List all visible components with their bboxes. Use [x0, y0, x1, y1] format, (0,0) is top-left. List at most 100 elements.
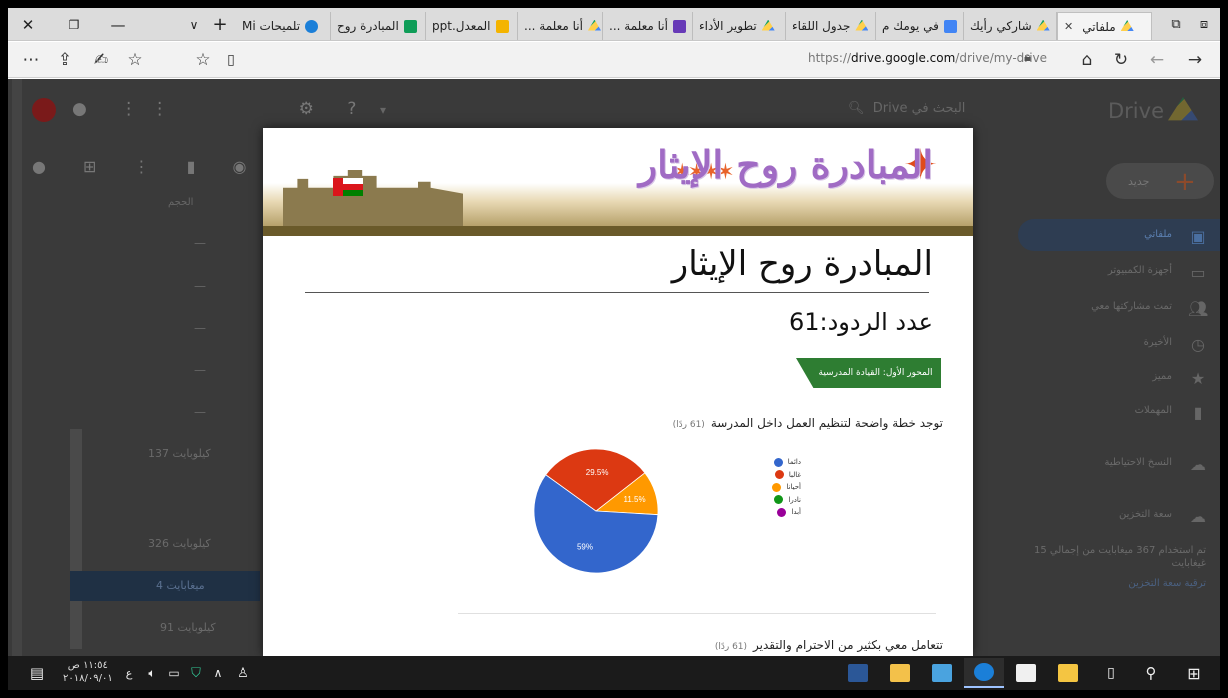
search-input[interactable]: البحث في Drive 🔍︎	[848, 101, 965, 116]
back-arrow-icon[interactable]: ←	[1142, 42, 1172, 78]
section-badge: المحور الأول: القيادة المدرسية	[796, 358, 941, 388]
forward-arrow-icon[interactable]: →	[1180, 42, 1210, 78]
tab-9[interactable]: تلميحات Mi	[236, 12, 331, 40]
search-options-chevron-icon[interactable]: ▾	[380, 103, 386, 117]
task-view-icon[interactable]: ▯	[1096, 656, 1126, 690]
security-shield-icon[interactable]: ⛉	[186, 656, 206, 690]
file-size-cell: —	[194, 279, 206, 293]
new-button[interactable]	[1106, 163, 1214, 199]
legend-item: أحيانا	[741, 481, 801, 494]
banner-bottom-bar	[263, 226, 973, 236]
tab-6[interactable]: أنا معلمة ...	[518, 12, 603, 40]
tab-5[interactable]: أنا معلمة ...	[603, 12, 693, 40]
legend-item: غالبا	[741, 469, 801, 482]
notes-pen-icon[interactable]: ✍	[86, 42, 116, 78]
notification-icon[interactable]: ▤	[22, 656, 52, 690]
legend-swatch	[772, 482, 782, 492]
tab-active-my-drive[interactable]: ملفاتي ✕	[1057, 12, 1152, 40]
tab-3[interactable]: جدول اللقاء	[786, 12, 876, 40]
column-header-size[interactable]: الحجم	[168, 197, 193, 208]
file-size-cell: 4 ميغابايت	[156, 579, 205, 592]
sidebar-item-my-drive[interactable]: ملفاتي	[1144, 229, 1172, 240]
tab-2[interactable]: في يومك م	[876, 12, 964, 40]
show-hidden-icons-chevron-icon[interactable]: ∧	[208, 656, 228, 690]
pie-chart: 11.5% 59% 29.5%	[533, 448, 659, 574]
tab-1[interactable]: شاركي رأيك	[964, 12, 1057, 40]
mail-taskbar-icon[interactable]	[1006, 658, 1046, 688]
sidebar-item-recent[interactable]: الأخيرة	[1144, 337, 1172, 348]
people-icon: 👥︎	[1188, 299, 1209, 318]
form-preview-modal: ✶✶✶✶ ✦ المبادرة روح الإيثار المبادرة روح…	[263, 128, 973, 656]
cloud-outline-icon: ☁	[1190, 507, 1206, 526]
input-language[interactable]: ع	[120, 656, 138, 690]
file-size-cell: —	[194, 236, 206, 250]
forms-icon	[672, 19, 686, 33]
fort-image	[283, 170, 463, 229]
browser-window: ✕ ❐ — ∨ + تلميحات Mi المبادرة روح المعدل…	[8, 8, 1220, 690]
trash-icon: ▮	[1193, 403, 1203, 422]
legend-swatch	[773, 457, 783, 467]
close-tab-icon[interactable]: ✕	[1064, 20, 1073, 33]
sidebar-item-computers[interactable]: أجهزة الكمبيوتر	[1108, 265, 1172, 276]
question-response-count: (61 ردًا)	[672, 420, 705, 430]
response-count: عدد الردود:61	[788, 308, 933, 336]
home-icon[interactable]: ⌂	[1072, 42, 1102, 78]
more-menu-icon[interactable]: ⋯	[16, 42, 46, 78]
minimize-window-icon[interactable]: —	[102, 8, 134, 41]
drive-icon	[587, 19, 601, 31]
plus-icon: +	[1174, 167, 1196, 197]
drive-icon	[1036, 19, 1050, 31]
edge-taskbar-icon[interactable]	[964, 658, 1004, 688]
apps-settings-help-icons: ● ⋮⋮ ⚙ ?	[72, 99, 371, 119]
sidebar-item-starred[interactable]: مميز	[1152, 371, 1172, 382]
tab-4[interactable]: تطوير الأداء	[693, 12, 786, 40]
legend-item: نادرا	[741, 494, 801, 507]
refresh-icon[interactable]: ↻	[1106, 42, 1136, 78]
legend-swatch	[774, 495, 784, 505]
sidebar-item-trash[interactable]: المهملات	[1135, 405, 1172, 416]
add-favorite-star-icon[interactable]: ☆	[188, 42, 218, 78]
chart-legend: دائما غالبا أحيانا نادرا أبدا	[741, 456, 801, 519]
sidebar-item-shared[interactable]: تمت مشاركتها معي	[1091, 301, 1172, 312]
title-divider	[305, 292, 929, 293]
upgrade-storage-link[interactable]: ترقية سعة التخزين	[1128, 578, 1206, 589]
slides-icon	[495, 19, 509, 33]
drive-logo-text: Drive	[1108, 99, 1164, 123]
restore-window-icon[interactable]: ❐	[58, 8, 90, 41]
question-title-2: تتعامل معي بكثير من الاحترام والتقدير(61…	[714, 638, 943, 652]
search-taskbar-icon[interactable]: ⚲	[1136, 656, 1166, 690]
new-tab-plus-icon[interactable]: +	[204, 8, 236, 41]
file-size-cell: 137 كيلوبايت	[148, 447, 211, 460]
people-taskbar-icon[interactable]: ♙	[232, 656, 254, 690]
sidebar-item-storage[interactable]: سعة التخزين	[1119, 509, 1172, 520]
drive-logo-icon	[1168, 97, 1198, 121]
page-scrollbar[interactable]	[12, 79, 22, 656]
favorites-hub-icon[interactable]: ☆	[120, 42, 150, 78]
banner-title: المبادرة روح الإيثار	[638, 142, 933, 187]
address-toolbar: ⋯ ⇪ ✍ ☆ ☆ ▯ https://drive.google.com/dri…	[8, 42, 1220, 78]
windows-start-icon[interactable]: ⊞	[1176, 656, 1212, 690]
app-taskbar-icon[interactable]	[922, 658, 962, 688]
word-taskbar-icon[interactable]	[838, 658, 878, 688]
file-size-cell: 326 كيلوبايت	[148, 537, 211, 550]
address-url[interactable]: https://drive.google.com/drive/my-drive	[808, 51, 1047, 65]
share-icon[interactable]: ⇪	[50, 42, 80, 78]
close-window-icon[interactable]: ✕	[12, 8, 44, 41]
taskbar-clock[interactable]: ١١:٥٤ ص ٢٠١٨/٠٩/٠١	[63, 659, 113, 685]
reading-view-icon[interactable]: ▯	[216, 42, 246, 78]
star-icon: ★	[1190, 369, 1206, 388]
battery-icon[interactable]: ▭	[164, 656, 184, 690]
question-divider	[458, 613, 936, 614]
set-aside-tabs-icon[interactable]: ⧈	[1188, 8, 1220, 41]
clock-icon: ◷	[1191, 335, 1205, 354]
sidebar-item-backups[interactable]: النسخ الاحتياطية	[1105, 457, 1172, 468]
file-size-cell: —	[194, 405, 206, 419]
list-scrollbar[interactable]	[70, 429, 82, 649]
file-size-cell: 91 كيلوبايت	[160, 621, 216, 634]
tab-8[interactable]: المبادرة روح	[331, 12, 426, 40]
file-explorer-taskbar-icon[interactable]	[1048, 658, 1088, 688]
store-taskbar-icon[interactable]	[880, 658, 920, 688]
volume-icon[interactable]: 🔈︎	[142, 656, 162, 690]
legend-swatch	[777, 507, 787, 517]
tab-7[interactable]: المعدل.ppt	[426, 12, 518, 40]
